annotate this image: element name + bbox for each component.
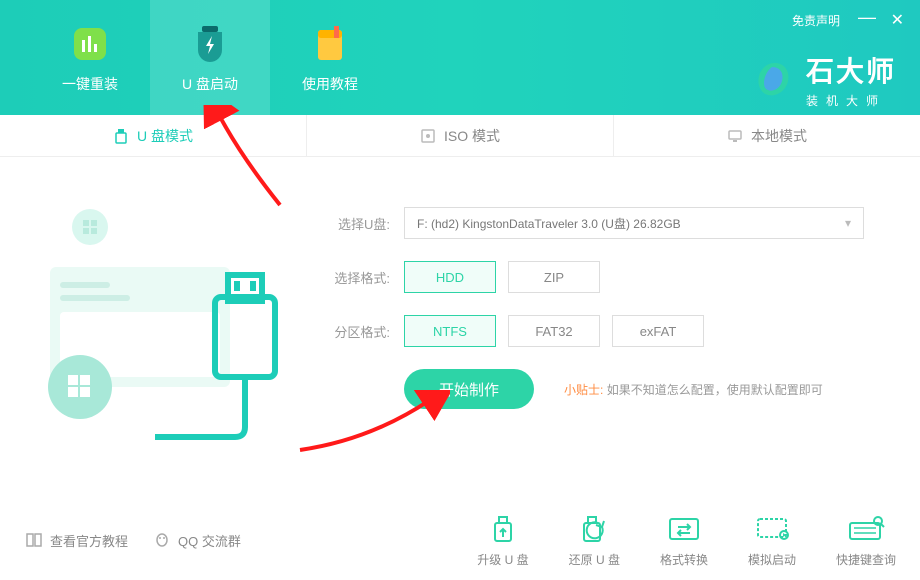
- nav-tabs: 一键重装 U 盘启动 使用教程: [0, 0, 390, 115]
- nav-tab-usb-boot[interactable]: U 盘启动: [150, 0, 270, 115]
- tool-label: 快捷键查询: [836, 551, 896, 568]
- official-tutorial-link[interactable]: 查看官方教程: [24, 530, 128, 550]
- app-header: 一键重装 U 盘启动 使用教程 免责声明 — ✕ 石大师 装机大师: [0, 0, 920, 115]
- mode-tab-iso[interactable]: ISO 模式: [307, 115, 614, 156]
- nav-tab-tutorial[interactable]: 使用教程: [270, 0, 390, 115]
- keyboard-search-icon: [846, 513, 886, 545]
- brand: 石大师 装机大师: [754, 50, 896, 109]
- disclaimer-link[interactable]: 免责声明: [792, 12, 840, 29]
- monitor-icon: [727, 128, 743, 144]
- mode-label: U 盘模式: [137, 126, 193, 146]
- tool-label: 升级 U 盘: [477, 551, 528, 568]
- monitor-play-icon: [752, 513, 792, 545]
- mode-tab-local[interactable]: 本地模式: [614, 115, 920, 156]
- link-label: QQ 交流群: [178, 531, 241, 550]
- usb-icon: [113, 128, 129, 144]
- tool-label: 格式转换: [660, 551, 708, 568]
- tool-label: 模拟启动: [748, 551, 796, 568]
- nav-tab-label: 一键重装: [62, 74, 118, 94]
- tip-label: 小贴士:: [564, 383, 603, 397]
- book-icon: [308, 22, 352, 66]
- brand-subtitle: 装机大师: [806, 92, 896, 109]
- tool-convert[interactable]: 格式转换: [660, 513, 708, 568]
- chevron-down-icon: ▾: [845, 216, 851, 230]
- tip-body: 如果不知道怎么配置，使用默认配置即可: [607, 383, 823, 397]
- nav-tab-label: U 盘启动: [182, 74, 238, 94]
- tool-label: 还原 U 盘: [569, 551, 620, 568]
- partition-label: 分区格式:: [320, 322, 390, 341]
- config-form: 选择U盘: F: (hd2) KingstonDataTraveler 3.0 …: [300, 187, 900, 447]
- close-button[interactable]: ✕: [891, 10, 904, 30]
- tip-text: 小贴士: 如果不知道怎么配置，使用默认配置即可: [564, 381, 823, 398]
- select-usb-label: 选择U盘:: [320, 214, 390, 233]
- minimize-button[interactable]: —: [858, 12, 876, 22]
- shield-lightning-icon: [188, 22, 232, 66]
- brand-title: 石大师: [806, 50, 896, 90]
- usb-up-icon: [483, 513, 523, 545]
- partition-opt-fat32[interactable]: FAT32: [508, 315, 600, 347]
- brand-logo-icon: [754, 59, 796, 101]
- nav-tab-reinstall[interactable]: 一键重装: [30, 0, 150, 115]
- book-open-icon: [24, 530, 44, 550]
- mode-label: ISO 模式: [444, 126, 500, 146]
- tool-upgrade[interactable]: 升级 U 盘: [477, 513, 528, 568]
- tool-restore[interactable]: 还原 U 盘: [569, 513, 620, 568]
- chart-icon: [68, 22, 112, 66]
- mode-label: 本地模式: [751, 126, 807, 146]
- qq-icon: [152, 530, 172, 550]
- usb-illustration: [20, 187, 300, 447]
- tool-hotkey[interactable]: 快捷键查询: [836, 513, 896, 568]
- link-label: 查看官方教程: [50, 531, 128, 550]
- iso-icon: [420, 128, 436, 144]
- usb-select[interactable]: F: (hd2) KingstonDataTraveler 3.0 (U盘) 2…: [404, 207, 864, 239]
- main-content: 选择U盘: F: (hd2) KingstonDataTraveler 3.0 …: [0, 157, 920, 447]
- partition-opt-ntfs[interactable]: NTFS: [404, 315, 496, 347]
- format-label: 选择格式:: [320, 268, 390, 287]
- format-opt-hdd[interactable]: HDD: [404, 261, 496, 293]
- footer: 查看官方教程 QQ 交流群 升级 U 盘 还原 U 盘 格式转换 模拟启动 快捷…: [0, 500, 920, 580]
- partition-opt-exfat[interactable]: exFAT: [612, 315, 704, 347]
- nav-tab-label: 使用教程: [302, 74, 358, 94]
- footer-tools: 升级 U 盘 还原 U 盘 格式转换 模拟启动 快捷键查询: [477, 513, 896, 568]
- tool-simulate[interactable]: 模拟启动: [748, 513, 796, 568]
- mode-tabs: U 盘模式 ISO 模式 本地模式: [0, 115, 920, 157]
- convert-icon: [664, 513, 704, 545]
- qq-group-link[interactable]: QQ 交流群: [152, 530, 241, 550]
- format-opt-zip[interactable]: ZIP: [508, 261, 600, 293]
- usb-restore-icon: [574, 513, 614, 545]
- mode-tab-usb[interactable]: U 盘模式: [0, 115, 307, 156]
- usb-select-value: F: (hd2) KingstonDataTraveler 3.0 (U盘) 2…: [417, 215, 681, 232]
- start-button[interactable]: 开始制作: [404, 369, 534, 409]
